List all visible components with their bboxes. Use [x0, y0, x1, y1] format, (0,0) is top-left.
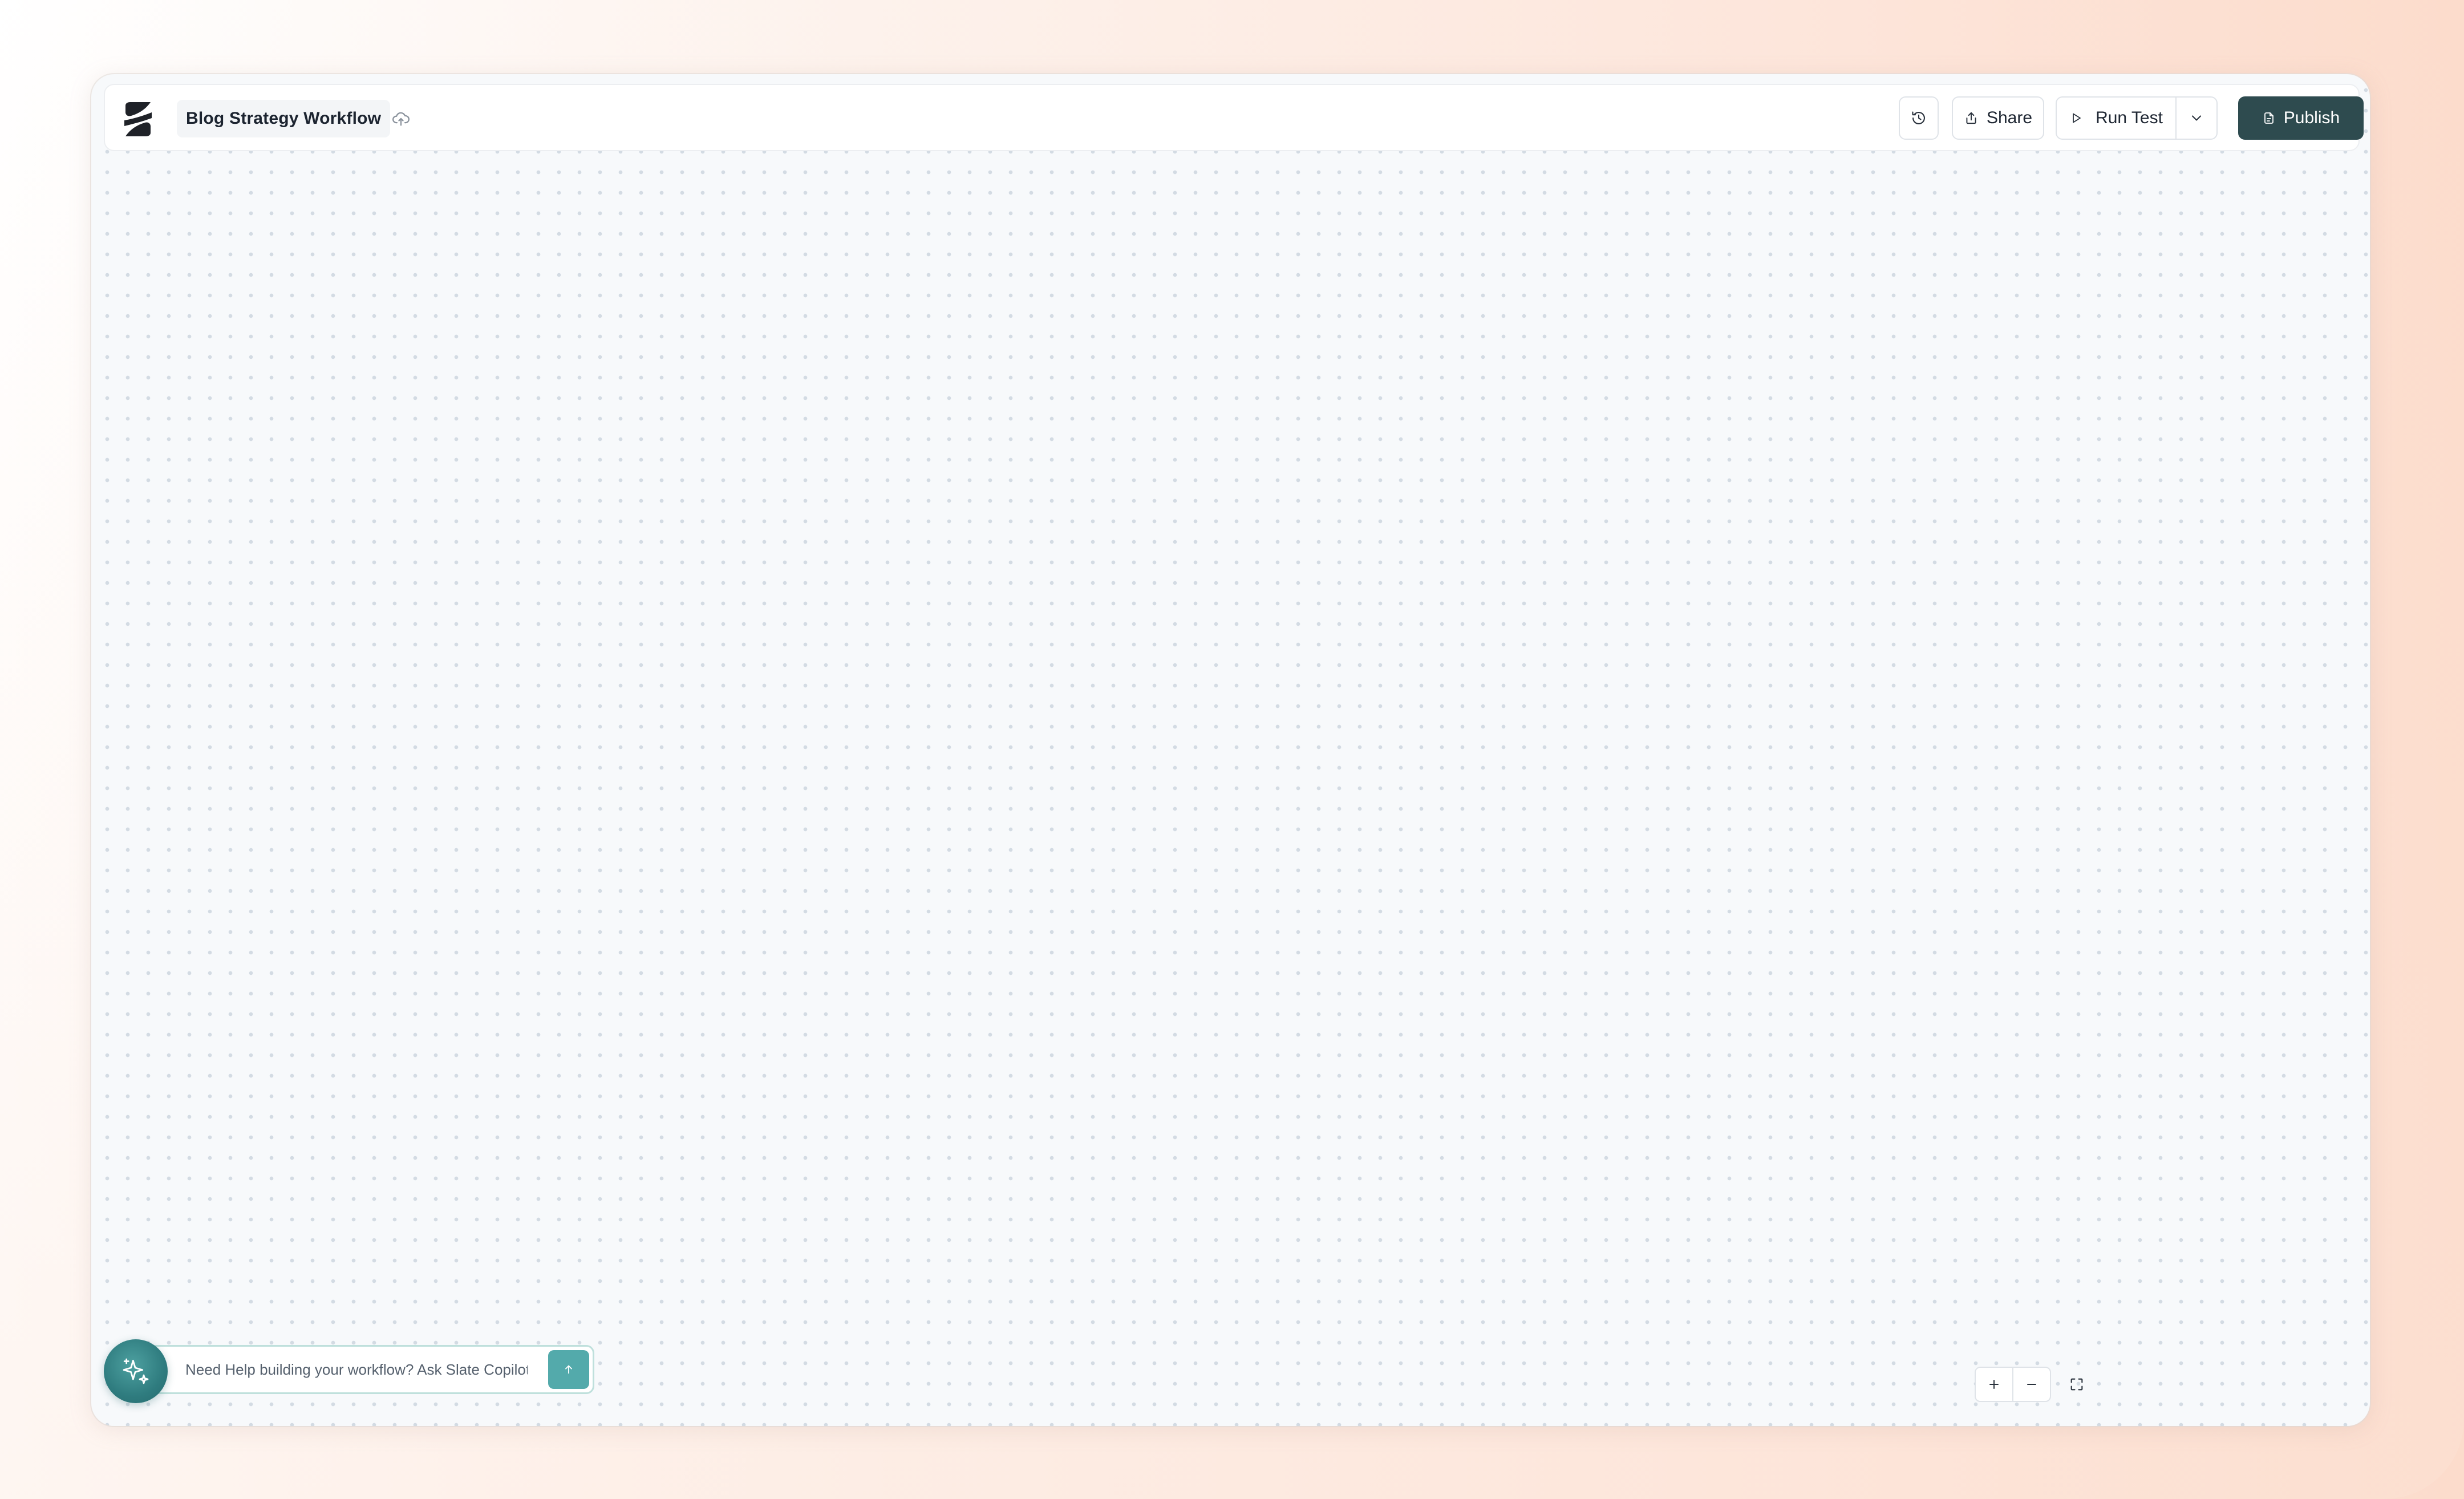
- plus-icon: [1989, 1380, 1999, 1389]
- chevron-down-icon: [2191, 115, 2202, 121]
- workflow-title[interactable]: Blog Strategy Workflow: [177, 100, 391, 137]
- zoom-in-button[interactable]: [1976, 1368, 2012, 1401]
- fit-view-button[interactable]: [2059, 1367, 2094, 1402]
- zoom-button-group: [1975, 1367, 2051, 1402]
- zoom-controls: [1975, 1367, 2094, 1402]
- share-label: Share: [1986, 108, 2033, 127]
- run-test-group: Run Test: [2056, 96, 2218, 140]
- copilot-input-box: [145, 1345, 594, 1394]
- publish-label: Publish: [2283, 108, 2340, 127]
- workflow-editor-window: Blog Strategy Workflow Share Run Test Pu…: [91, 74, 2370, 1426]
- arrow-up-icon: [565, 1365, 572, 1374]
- copilot-bar: [104, 1339, 617, 1403]
- document-icon: [2264, 112, 2273, 124]
- copilot-send-button[interactable]: [548, 1350, 589, 1389]
- play-icon: [2073, 113, 2081, 123]
- minus-icon: [2027, 1384, 2036, 1385]
- history-icon: [1912, 111, 1925, 124]
- run-test-label: Run Test: [2096, 108, 2163, 127]
- run-options-dropdown[interactable]: [2177, 98, 2216, 139]
- history-button[interactable]: [1899, 96, 1939, 140]
- share-icon: [1966, 112, 1976, 124]
- sparkles-icon: [123, 1358, 149, 1384]
- slate-logo[interactable]: [120, 101, 156, 137]
- share-button[interactable]: Share: [1952, 96, 2044, 140]
- cloud-upload-icon: [392, 112, 410, 126]
- copilot-input[interactable]: [184, 1360, 529, 1379]
- zoom-out-button[interactable]: [2012, 1368, 2050, 1401]
- run-test-button[interactable]: Run Test: [2057, 98, 2177, 139]
- publish-button[interactable]: Publish: [2238, 96, 2364, 140]
- top-toolbar: Blog Strategy Workflow Share Run Test Pu…: [104, 84, 2364, 151]
- copilot-button[interactable]: [104, 1339, 168, 1403]
- fullscreen-icon: [2070, 1378, 2083, 1391]
